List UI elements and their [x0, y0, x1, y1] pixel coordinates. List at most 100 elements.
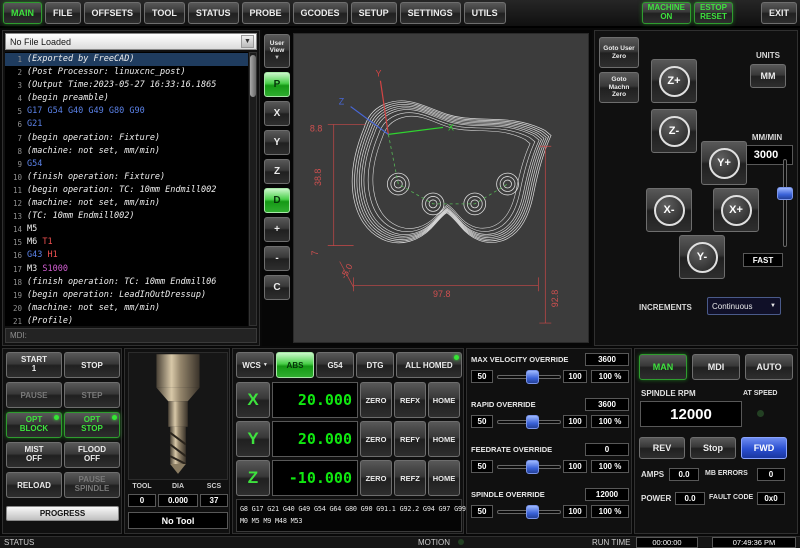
- wcs-button[interactable]: WCS▼: [236, 352, 274, 378]
- file-selector[interactable]: No File Loaded ▼: [5, 33, 257, 50]
- zero-x-button[interactable]: ZERO: [360, 382, 392, 418]
- step-button[interactable]: STEP: [64, 382, 120, 408]
- view-y-button[interactable]: Y: [264, 130, 290, 155]
- optional-stop-button[interactable]: OPTSTOP: [64, 412, 120, 438]
- slider-track[interactable]: [783, 159, 787, 247]
- view-user-button[interactable]: User View ▼: [264, 34, 290, 68]
- zero-z-button[interactable]: ZERO: [360, 460, 392, 496]
- gcode-line[interactable]: 3(Output Time:2023-05-27 16:33:16.1865: [5, 79, 248, 92]
- pause-button[interactable]: PAUSE: [6, 382, 62, 408]
- gcode-line[interactable]: 10(finish operation: Fixture): [5, 171, 248, 184]
- increments-select[interactable]: Continuous ▼: [707, 297, 781, 315]
- slider-handle[interactable]: [526, 505, 539, 519]
- menu-item-setup[interactable]: SETUP: [351, 2, 397, 24]
- zero-y-button[interactable]: ZERO: [360, 421, 392, 457]
- gcode-line[interactable]: 18(finish operation: TC: 10mm Endmill06: [5, 276, 248, 289]
- goto-machine-zero-button[interactable]: Goto Machn Zero: [599, 72, 639, 103]
- goto-user-zero-button[interactable]: Goto User Zero: [599, 37, 639, 68]
- slider-handle[interactable]: [526, 460, 539, 474]
- zoom-in-button[interactable]: +: [264, 217, 290, 242]
- max-velocity-slider[interactable]: [497, 370, 561, 384]
- ref-x-button[interactable]: REFX: [394, 382, 426, 418]
- optional-block-button[interactable]: OPTBLOCK: [6, 412, 62, 438]
- feedrate-override-slider[interactable]: [497, 460, 561, 474]
- mdi-input[interactable]: MDI:: [5, 328, 257, 343]
- abs-button[interactable]: ABS: [276, 352, 314, 378]
- gcode-line[interactable]: 4(begin preamble): [5, 92, 248, 105]
- jog-speed-slider[interactable]: [777, 159, 793, 247]
- slider-handle[interactable]: [777, 187, 793, 200]
- view-dimensions-button[interactable]: D: [264, 188, 290, 213]
- flood-button[interactable]: FLOODOFF: [64, 442, 120, 468]
- jog-z-minus-button[interactable]: Z-: [651, 109, 697, 153]
- dtg-button[interactable]: DTG: [356, 352, 394, 378]
- menu-item-probe[interactable]: PROBE: [242, 2, 290, 24]
- manual-mode-button[interactable]: MAN: [639, 354, 687, 380]
- menu-item-tool[interactable]: TOOL: [144, 2, 185, 24]
- gcode-line[interactable]: 14M5: [5, 223, 248, 236]
- auto-mode-button[interactable]: AUTO: [745, 354, 793, 380]
- home-x-button[interactable]: HOME: [428, 382, 460, 418]
- gcode-line[interactable]: 19(begin operation: LeadInOutDressup): [5, 289, 248, 302]
- spindle-forward-button[interactable]: FWD: [741, 437, 787, 459]
- menu-item-utils[interactable]: UTILS: [464, 2, 506, 24]
- gcode-line[interactable]: 9G54: [5, 158, 248, 171]
- view-z-button[interactable]: Z: [264, 159, 290, 184]
- preview-3d-viewport[interactable]: X Y Z 8.8 38.8 7 -5.0 97.8 92.8: [293, 33, 589, 343]
- menu-item-gcodes[interactable]: GCODES: [293, 2, 348, 24]
- gcode-line[interactable]: 13(TC: 10mm Endmill002): [5, 210, 248, 223]
- gcode-line[interactable]: 20(machine: not set, mm/min): [5, 302, 248, 315]
- home-z-button[interactable]: HOME: [428, 460, 460, 496]
- view-clear-button[interactable]: C: [264, 275, 290, 300]
- estop-reset-button[interactable]: ESTOP RESET: [694, 2, 733, 24]
- pause-spindle-button[interactable]: PAUSESPINDLE: [64, 472, 120, 498]
- view-x-button[interactable]: X: [264, 101, 290, 126]
- mist-button[interactable]: MISTOFF: [6, 442, 62, 468]
- menu-item-file[interactable]: FILE: [45, 2, 81, 24]
- mdi-mode-button[interactable]: MDI: [692, 354, 740, 380]
- rapid-override-slider[interactable]: [497, 415, 561, 429]
- menu-item-settings[interactable]: SETTINGS: [400, 2, 461, 24]
- gcode-editor[interactable]: 1(Exported by FreeCAD) 2(Post Processor:…: [5, 52, 248, 326]
- gcode-line[interactable]: 5G17 G54 G40 G49 G80 G90: [5, 105, 248, 118]
- gcode-line[interactable]: 11(begin operation: TC: 10mm Endmill002: [5, 184, 248, 197]
- spindle-override-slider[interactable]: [497, 505, 561, 519]
- gcode-line[interactable]: 8(machine: not set, mm/min): [5, 145, 248, 158]
- axis-y-button[interactable]: Y: [236, 421, 270, 457]
- reload-button[interactable]: RELOAD: [6, 472, 62, 498]
- g54-button[interactable]: G54: [316, 352, 354, 378]
- gcode-scrollbar[interactable]: [249, 52, 257, 326]
- menu-item-offsets[interactable]: OFFSETS: [84, 2, 142, 24]
- axis-x-button[interactable]: X: [236, 382, 270, 418]
- ref-y-button[interactable]: REFY: [394, 421, 426, 457]
- menu-item-status[interactable]: STATUS: [188, 2, 239, 24]
- cycle-stop-button[interactable]: STOP: [64, 352, 120, 378]
- slider-handle[interactable]: [526, 370, 539, 384]
- jog-x-minus-button[interactable]: X-: [646, 188, 692, 232]
- gcode-line[interactable]: 16G43 H1: [5, 249, 248, 262]
- all-homed-button[interactable]: ALL HOMED: [396, 352, 462, 378]
- machine-on-button[interactable]: MACHINE ON: [642, 2, 691, 24]
- zoom-out-button[interactable]: -: [264, 246, 290, 271]
- exit-button[interactable]: EXIT: [761, 2, 797, 24]
- jog-y-minus-button[interactable]: Y-: [679, 235, 725, 279]
- units-mm-button[interactable]: MM: [750, 64, 786, 88]
- cycle-start-button[interactable]: START1: [6, 352, 62, 378]
- view-perspective-button[interactable]: P: [264, 72, 290, 97]
- jog-x-plus-button[interactable]: X+: [713, 188, 759, 232]
- menu-item-main[interactable]: MAIN: [3, 2, 42, 24]
- dropdown-arrow-icon[interactable]: ▼: [241, 35, 254, 48]
- gcode-line[interactable]: 7(begin operation: Fixture): [5, 132, 248, 145]
- spindle-stop-button[interactable]: Stop: [690, 437, 736, 459]
- spindle-reverse-button[interactable]: REV: [639, 437, 685, 459]
- gcode-line[interactable]: 15M6 T1: [5, 236, 248, 249]
- gcode-line[interactable]: 6G21: [5, 118, 248, 131]
- gcode-line[interactable]: 21(Profile): [5, 315, 248, 326]
- axis-z-button[interactable]: Z: [236, 460, 270, 496]
- jog-z-plus-button[interactable]: Z+: [651, 59, 697, 103]
- gcode-line[interactable]: 12(machine: not set, mm/min): [5, 197, 248, 210]
- gcode-line[interactable]: 1(Exported by FreeCAD): [5, 53, 248, 66]
- home-y-button[interactable]: HOME: [428, 421, 460, 457]
- jog-y-plus-button[interactable]: Y+: [701, 141, 747, 185]
- ref-z-button[interactable]: REFZ: [394, 460, 426, 496]
